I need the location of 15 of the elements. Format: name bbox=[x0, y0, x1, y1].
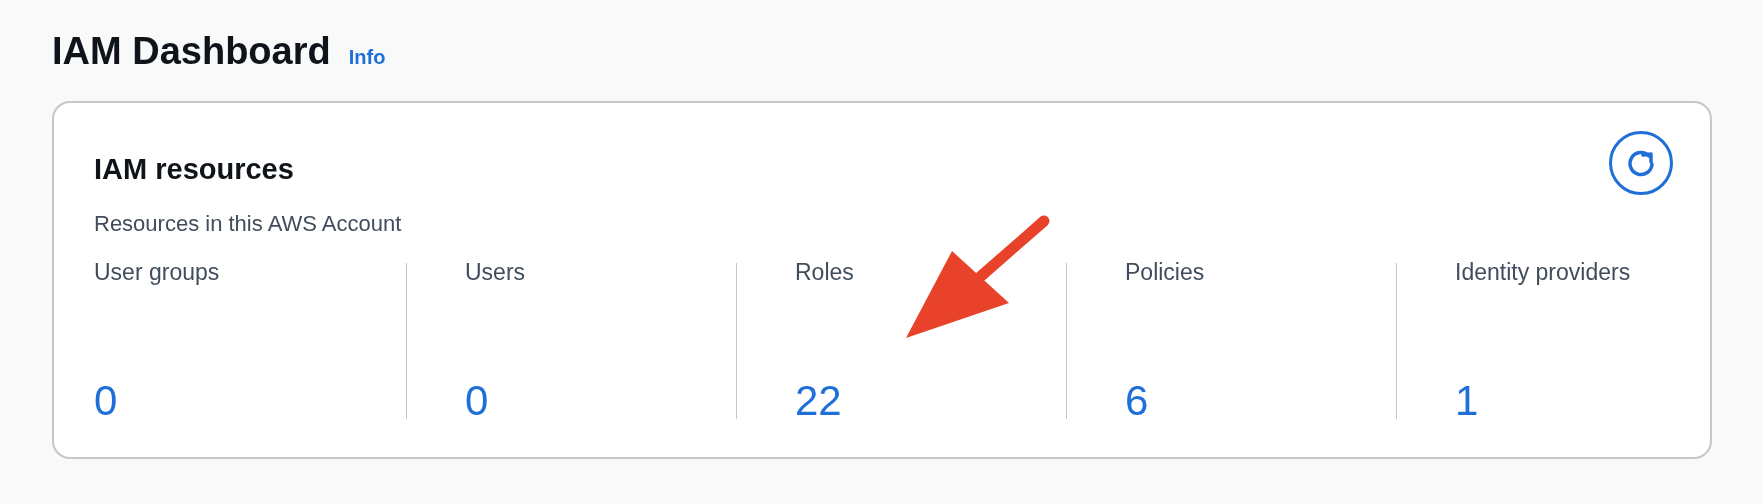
resource-count-link[interactable]: 6 bbox=[1125, 377, 1396, 425]
card-title: IAM resources bbox=[94, 152, 294, 186]
resource-count-link[interactable]: 22 bbox=[795, 377, 1066, 425]
resource-count-link[interactable]: 0 bbox=[465, 377, 736, 425]
resource-count-link[interactable]: 0 bbox=[94, 377, 406, 425]
refresh-button[interactable] bbox=[1609, 131, 1673, 195]
info-link[interactable]: Info bbox=[348, 46, 386, 69]
card-subtitle: Resources in this AWS Account bbox=[94, 211, 403, 237]
resource-label: Users bbox=[465, 258, 527, 287]
resource-label: Policies bbox=[1125, 258, 1206, 287]
page-title: IAM Dashboard bbox=[52, 30, 331, 73]
resource-label: User groups bbox=[94, 258, 221, 287]
resource-count-link[interactable]: 1 bbox=[1455, 377, 1670, 425]
resource-label: Roles bbox=[795, 258, 855, 287]
resource-label: Identity providers bbox=[1455, 258, 1632, 287]
